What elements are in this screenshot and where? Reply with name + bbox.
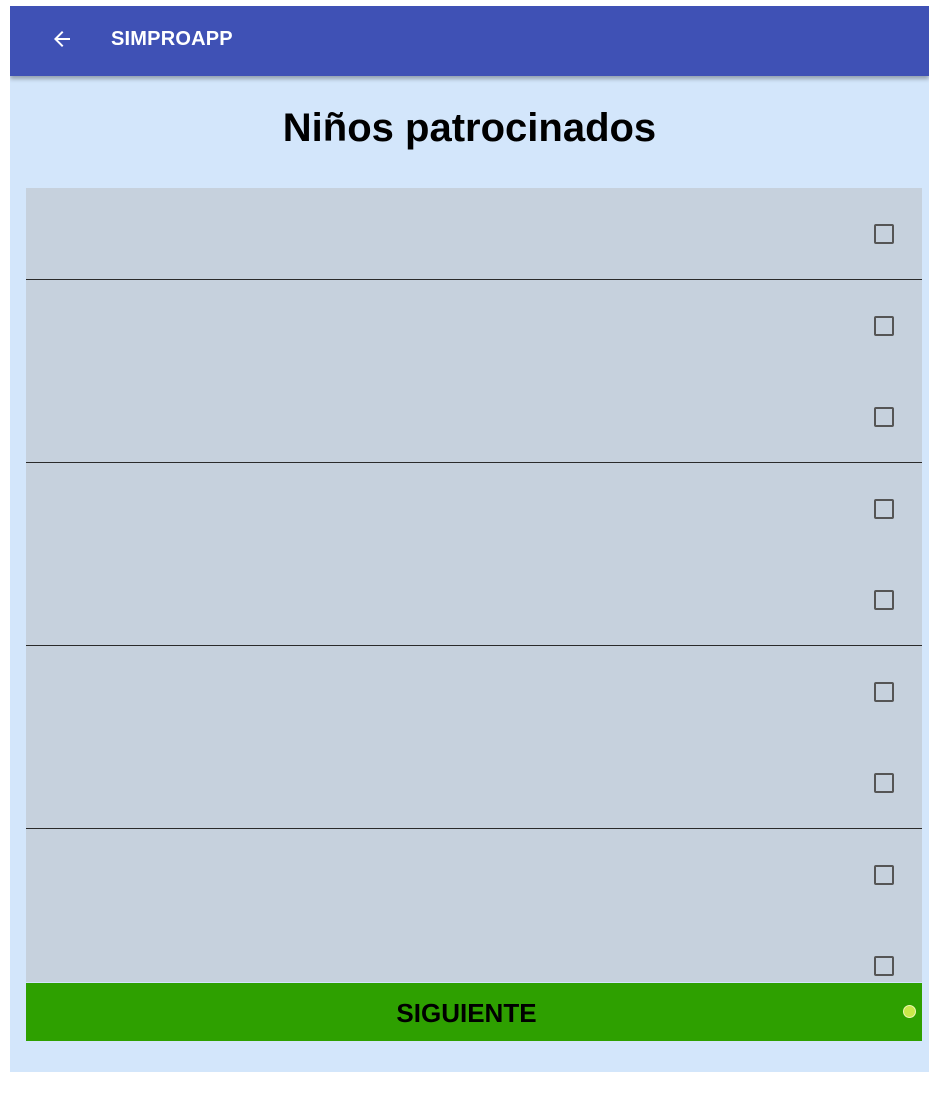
sponsored-children-list xyxy=(26,188,922,982)
list-item-checkbox[interactable] xyxy=(874,315,894,336)
list-item[interactable] xyxy=(26,554,922,646)
list-item-checkbox[interactable] xyxy=(874,590,894,610)
status-dot-icon xyxy=(903,1005,916,1018)
list-item[interactable] xyxy=(26,462,922,555)
app-title: SIMPROAPP xyxy=(111,28,233,50)
list-item-checkbox[interactable] xyxy=(874,773,894,793)
app-screen: SIMPROAPP Niños patrocinados SIGUIENTE xyxy=(10,6,929,1072)
list-item[interactable] xyxy=(26,279,922,372)
list-item[interactable] xyxy=(26,920,922,982)
list-item-checkbox[interactable] xyxy=(874,864,894,885)
list-item[interactable] xyxy=(26,737,922,829)
list-item-checkbox[interactable] xyxy=(874,498,894,519)
arrow-left-icon[interactable] xyxy=(50,27,74,51)
list-item-checkbox[interactable] xyxy=(874,681,894,702)
next-button-label: SIGUIENTE xyxy=(396,998,537,1028)
list-item[interactable] xyxy=(26,645,922,738)
list-item[interactable] xyxy=(26,828,922,921)
list-item-checkbox[interactable] xyxy=(874,956,894,976)
list-item-checkbox[interactable] xyxy=(874,224,894,244)
list-item[interactable] xyxy=(26,188,922,280)
next-button[interactable]: SIGUIENTE xyxy=(26,983,922,1041)
app-bar: SIMPROAPP xyxy=(10,6,929,76)
list-item[interactable] xyxy=(26,371,922,463)
page-title: Niños patrocinados xyxy=(282,106,657,150)
list-item-checkbox[interactable] xyxy=(874,407,894,427)
